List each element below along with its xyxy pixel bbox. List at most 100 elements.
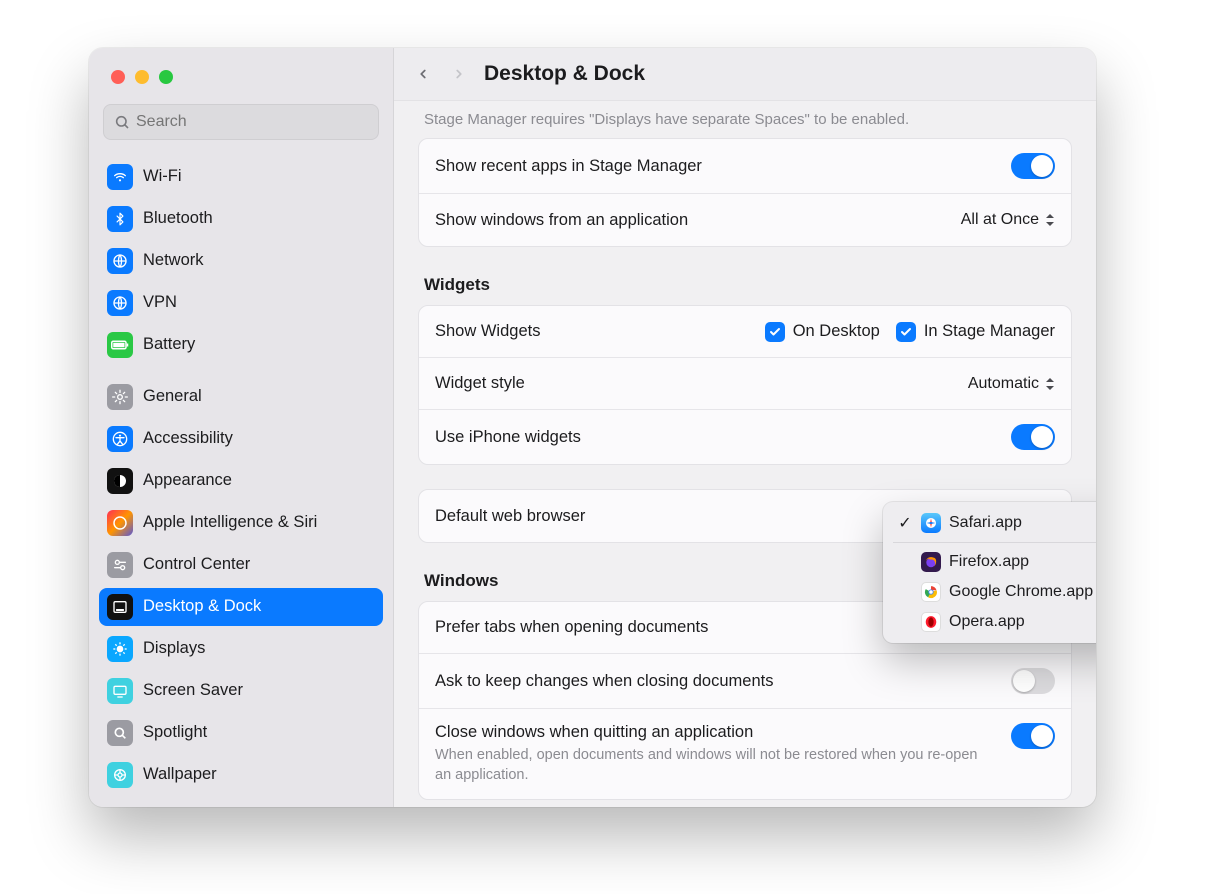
sidebar-item-label: Control Center — [143, 555, 250, 574]
row-show-widgets: Show Widgets On Desktop In Stage Manager — [419, 306, 1071, 358]
window-controls — [89, 48, 393, 94]
safari-app-icon — [921, 513, 941, 533]
checkbox-on-desktop-label: On Desktop — [793, 322, 880, 341]
sidebar-item-wi-fi[interactable]: Wi-Fi — [99, 158, 383, 196]
default-browser-popup: ✓ Safari.app Firefox.appGoogle Chrome.app O… — [883, 502, 1096, 643]
content-body: Stage Manager requires "Displays have se… — [394, 101, 1096, 807]
vpn-icon — [107, 290, 133, 316]
popup-item-firefox-app[interactable]: Firefox.app — [889, 547, 1096, 577]
sidebar-item-desktop-dock[interactable]: Desktop & Dock — [99, 588, 383, 626]
section-widgets-title: Widgets — [418, 271, 1072, 305]
popup-item-google-chrome-app[interactable]: Google Chrome.app — [889, 577, 1096, 607]
wifi-icon — [107, 164, 133, 190]
popup-item-opera-app[interactable]: Opera.app — [889, 607, 1096, 637]
cc-icon — [107, 552, 133, 578]
sidebar: Wi-Fi Bluetooth Network VPN Battery General A… — [89, 48, 394, 807]
row-close-windows-sub: When enabled, open documents and windows… — [435, 746, 995, 785]
stepper-icon — [1045, 377, 1055, 391]
sidebar-item-label: Appearance — [143, 471, 232, 490]
sidebar-item-label: Apple Intelligence & Siri — [143, 513, 317, 532]
globe-icon — [107, 248, 133, 274]
sidebar-item-control-center[interactable]: Control Center — [99, 546, 383, 584]
sidebar-nav: Wi-Fi Bluetooth Network VPN Battery General A… — [89, 150, 393, 807]
row-close-windows: Close windows when quitting an applicati… — [419, 709, 1071, 799]
sidebar-item-label: Spotlight — [143, 723, 207, 742]
sidebar-item-label: Bluetooth — [143, 209, 213, 228]
forward-button[interactable] — [448, 63, 470, 85]
toggle-ask-keep[interactable] — [1011, 668, 1055, 694]
sidebar-item-label: Screen Saver — [143, 681, 243, 700]
sidebar-item-spotlight[interactable]: Spotlight — [99, 714, 383, 752]
checkbox-icon — [765, 322, 785, 342]
stage-manager-card: Show recent apps in Stage Manager Show w… — [418, 138, 1072, 247]
sidebar-item-accessibility[interactable]: Accessibility — [99, 420, 383, 458]
opera-app-icon — [921, 612, 941, 632]
sidebar-item-wallpaper[interactable]: Wallpaper — [99, 756, 383, 794]
displays-icon — [107, 636, 133, 662]
sidebar-item-label: Displays — [143, 639, 205, 658]
select-widget-style[interactable]: Automatic — [968, 375, 1055, 393]
sidebar-item-appearance[interactable]: Appearance — [99, 462, 383, 500]
row-iphone-widgets: Use iPhone widgets — [419, 410, 1071, 464]
row-show-windows-label: Show windows from an application — [435, 211, 688, 230]
maximize-window-button[interactable] — [159, 70, 173, 84]
sidebar-item-vpn[interactable]: VPN — [99, 284, 383, 322]
checkbox-icon — [896, 322, 916, 342]
stage-manager-hint: Stage Manager requires "Displays have se… — [418, 109, 1072, 138]
row-ask-keep: Ask to keep changes when closing documen… — [419, 654, 1071, 709]
row-show-widgets-label: Show Widgets — [435, 322, 540, 341]
toggle-recent-apps[interactable] — [1011, 153, 1055, 179]
sidebar-item-label: Network — [143, 251, 204, 270]
search-field-wrap[interactable] — [103, 104, 379, 140]
battery-icon — [107, 332, 133, 358]
toggle-close-windows[interactable] — [1011, 723, 1055, 749]
appearance-icon — [107, 468, 133, 494]
sidebar-item-label: Wi-Fi — [143, 167, 181, 186]
sidebar-item-network[interactable]: Network — [99, 242, 383, 280]
chrome-app-icon — [921, 582, 941, 602]
popup-item-safari-app[interactable]: ✓ Safari.app — [889, 508, 1096, 538]
checkbox-in-stage[interactable]: In Stage Manager — [896, 322, 1055, 342]
sidebar-item-label: VPN — [143, 293, 177, 312]
sidebar-item-label: Desktop & Dock — [143, 597, 261, 616]
sidebar-item-battery[interactable]: Battery — [99, 326, 383, 364]
sidebar-item-screen-saver[interactable]: Screen Saver — [99, 672, 383, 710]
siri-icon — [107, 510, 133, 536]
popup-separator — [893, 542, 1096, 543]
content-area: Desktop & Dock Stage Manager requires "D… — [394, 48, 1096, 807]
toggle-iphone-widgets[interactable] — [1011, 424, 1055, 450]
row-recent-apps-label: Show recent apps in Stage Manager — [435, 157, 702, 176]
search-icon — [114, 114, 130, 130]
row-widget-style-label: Widget style — [435, 374, 525, 393]
row-show-windows: Show windows from an application All at … — [419, 194, 1071, 246]
select-show-windows-value: All at Once — [961, 211, 1039, 229]
select-show-windows[interactable]: All at Once — [961, 211, 1055, 229]
search-input[interactable] — [136, 113, 368, 131]
row-iphone-widgets-label: Use iPhone widgets — [435, 428, 581, 447]
sidebar-item-displays[interactable]: Displays — [99, 630, 383, 668]
minimize-window-button[interactable] — [135, 70, 149, 84]
sidebar-item-label: Battery — [143, 335, 195, 354]
system-settings-window: Wi-Fi Bluetooth Network VPN Battery General A… — [89, 48, 1096, 807]
firefox-app-icon — [921, 552, 941, 572]
select-widget-style-value: Automatic — [968, 375, 1039, 393]
check-icon: ✓ — [897, 513, 913, 533]
sidebar-item-general[interactable]: General — [99, 378, 383, 416]
popup-item-label: Safari.app — [949, 514, 1022, 532]
wallpaper-icon — [107, 762, 133, 788]
close-window-button[interactable] — [111, 70, 125, 84]
sidebar-item-label: Wallpaper — [143, 765, 217, 784]
checkbox-in-stage-label: In Stage Manager — [924, 322, 1055, 341]
popup-item-label: Opera.app — [949, 613, 1025, 631]
sidebar-item-bluetooth[interactable]: Bluetooth — [99, 200, 383, 238]
sidebar-item-label: General — [143, 387, 202, 406]
dock-icon — [107, 594, 133, 620]
stepper-icon — [1045, 213, 1055, 227]
sidebar-item-apple-intelligence-siri[interactable]: Apple Intelligence & Siri — [99, 504, 383, 542]
page-title: Desktop & Dock — [484, 62, 645, 86]
row-widget-style: Widget style Automatic — [419, 358, 1071, 410]
back-button[interactable] — [412, 63, 434, 85]
row-default-browser-label: Default web browser — [435, 507, 585, 526]
checkbox-on-desktop[interactable]: On Desktop — [765, 322, 880, 342]
sidebar-item-label: Accessibility — [143, 429, 233, 448]
